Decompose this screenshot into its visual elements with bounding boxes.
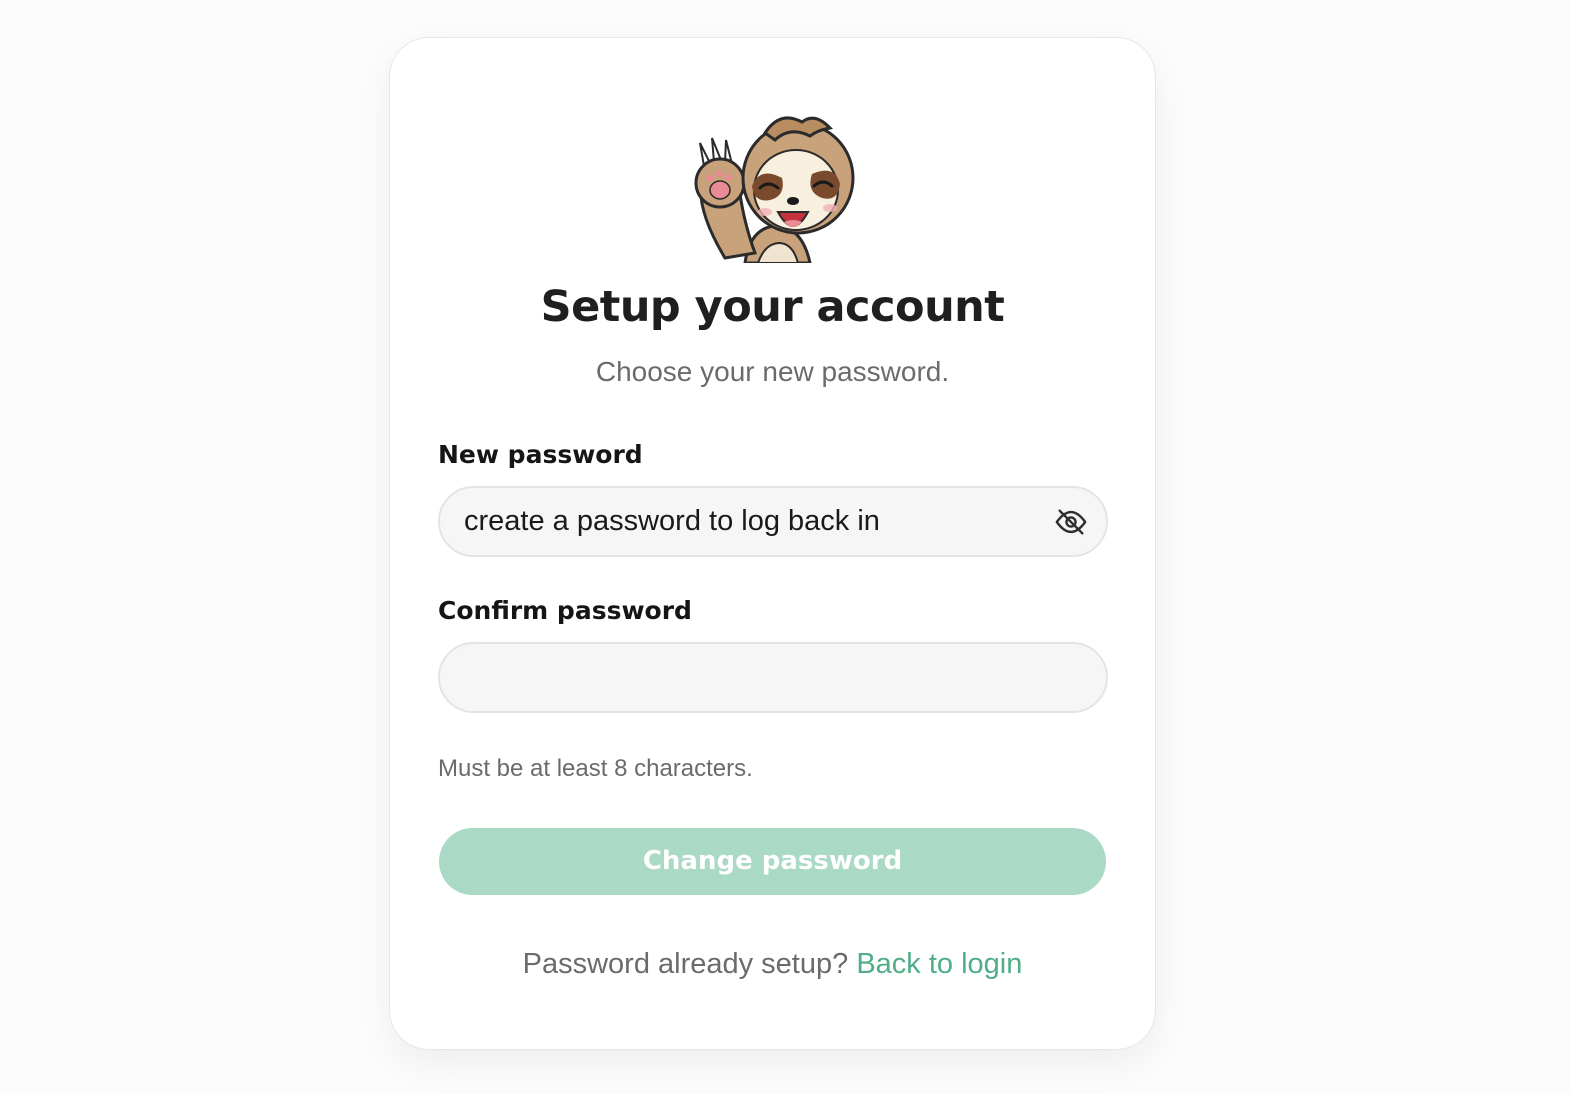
password-hint: Must be at least 8 characters. — [438, 755, 753, 782]
confirm-password-label: Confirm password — [438, 596, 692, 625]
waving-sloth-icon — [690, 108, 860, 263]
back-to-login-link[interactable]: Back to login — [856, 948, 1022, 980]
change-password-button[interactable]: Change password — [439, 828, 1106, 895]
login-prompt-text: Password already setup? — [522, 948, 849, 980]
confirm-password-field-wrapper — [438, 642, 1108, 713]
new-password-input[interactable] — [464, 488, 1024, 555]
page-subtitle: Choose your new password. — [595, 356, 950, 387]
setup-account-card: Setup your account Choose your new passw… — [389, 37, 1156, 1050]
new-password-field-wrapper — [438, 486, 1108, 557]
new-password-label: New password — [438, 440, 643, 469]
eye-off-icon[interactable] — [1054, 505, 1088, 539]
page-title: Setup your account — [540, 282, 1005, 332]
confirm-password-input[interactable] — [464, 644, 1024, 711]
login-prompt: Password already setup? Back to login — [390, 948, 1155, 981]
